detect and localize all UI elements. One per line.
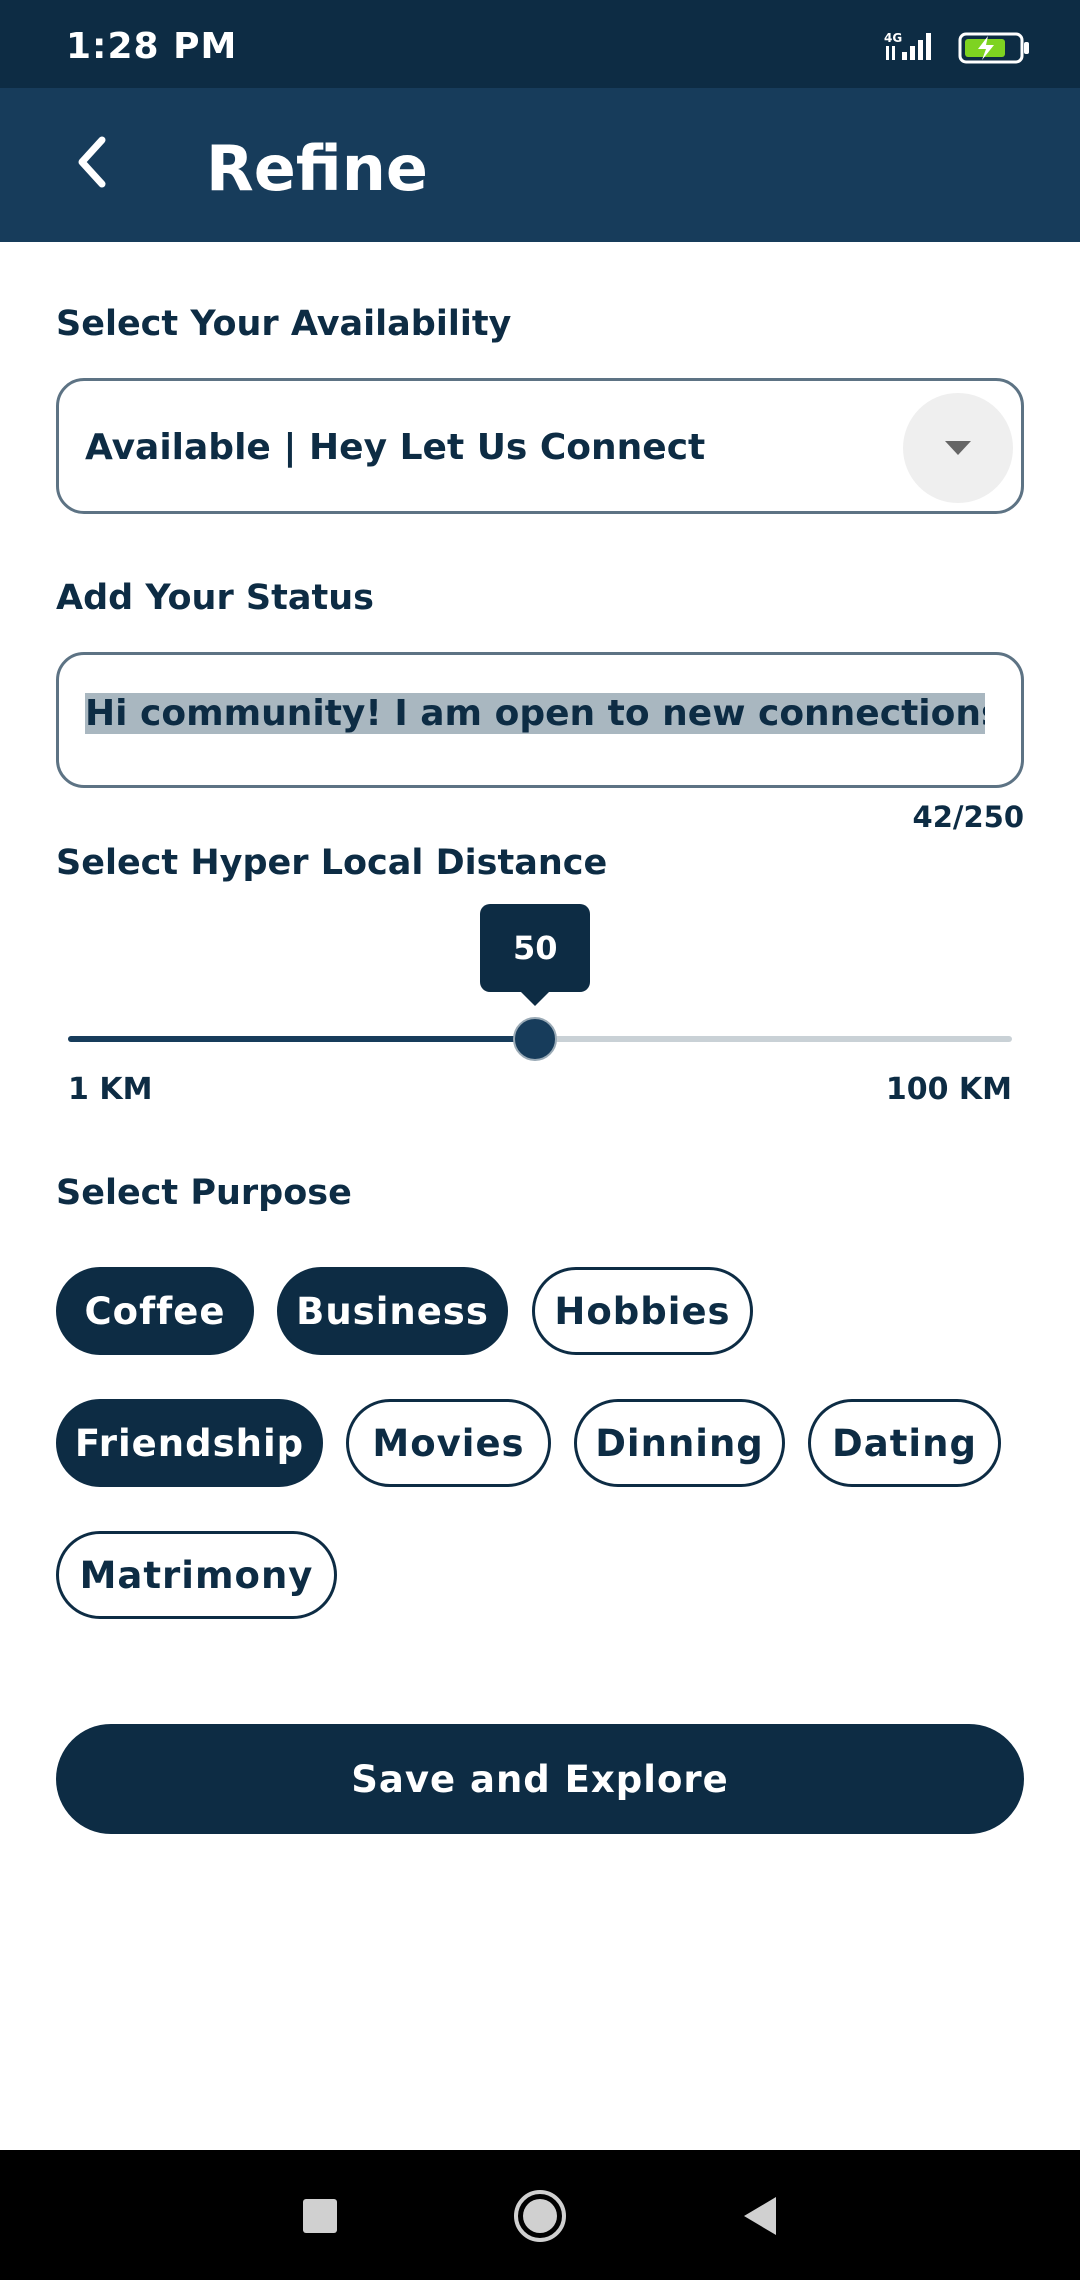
status-label: Add Your Status <box>56 578 374 618</box>
network-4g-icon: 4G <box>884 31 902 60</box>
chevron-left-icon <box>78 136 106 188</box>
status-time: 1:28 PM <box>66 26 238 67</box>
purpose-chip-dating[interactable]: Dating <box>808 1399 1001 1487</box>
status-char-count: 42/250 <box>912 800 1024 834</box>
purpose-chip-movies[interactable]: Movies <box>346 1399 551 1487</box>
purpose-chip-hobbies[interactable]: Hobbies <box>532 1267 753 1355</box>
triangle-back-icon <box>744 2197 776 2235</box>
caret-down-icon <box>945 441 971 455</box>
back-button[interactable] <box>52 122 132 202</box>
purpose-chip-friendship[interactable]: Friendship <box>56 1399 323 1487</box>
status-bar: 1:28 PM 4G <box>0 0 1080 88</box>
distance-min-label: 1 KM <box>68 1072 153 1107</box>
distance-slider-fill <box>68 1036 536 1042</box>
signal-icon <box>902 33 931 60</box>
square-icon <box>303 2199 337 2233</box>
distance-value-tooltip: 50 <box>480 904 591 1006</box>
availability-dropdown-button[interactable] <box>903 393 1013 503</box>
availability-dropdown[interactable]: Available | Hey Let Us Connect <box>56 378 1024 514</box>
save-and-explore-button[interactable]: Save and Explore <box>56 1724 1024 1834</box>
battery-charging-icon <box>958 32 1029 64</box>
circle-home-icon <box>514 2190 566 2242</box>
page-title: Refine <box>206 132 428 205</box>
nav-recents-button[interactable] <box>290 2186 350 2246</box>
purpose-label: Select Purpose <box>56 1173 352 1213</box>
svg-text:4G: 4G <box>884 31 902 45</box>
distance-slider-thumb[interactable] <box>513 1017 558 1061</box>
system-nav-bar <box>0 2150 1080 2280</box>
status-icons: 4G <box>884 31 1029 64</box>
status-input-text: Hi community! I am open to new connectio… <box>85 693 985 734</box>
availability-label: Select Your Availability <box>56 304 512 344</box>
purpose-chip-dinning[interactable]: Dinning <box>574 1399 785 1487</box>
distance-label: Select Hyper Local Distance <box>56 843 608 883</box>
nav-back-button[interactable] <box>730 2186 790 2246</box>
purpose-chip-business[interactable]: Business <box>277 1267 508 1355</box>
status-field[interactable]: Hi community! I am open to new connectio… <box>56 652 1024 788</box>
distance-max-label: 100 KM <box>885 1072 1012 1107</box>
availability-selected-value: Available | Hey Let Us Connect <box>85 427 706 468</box>
purpose-chip-coffee[interactable]: Coffee <box>56 1267 254 1355</box>
purpose-chip-matrimony[interactable]: Matrimony <box>56 1531 337 1619</box>
status-input[interactable]: Hi community! I am open to new connectio… <box>85 693 985 734</box>
app-bar: Refine <box>0 88 1080 242</box>
nav-home-button[interactable] <box>510 2186 570 2246</box>
